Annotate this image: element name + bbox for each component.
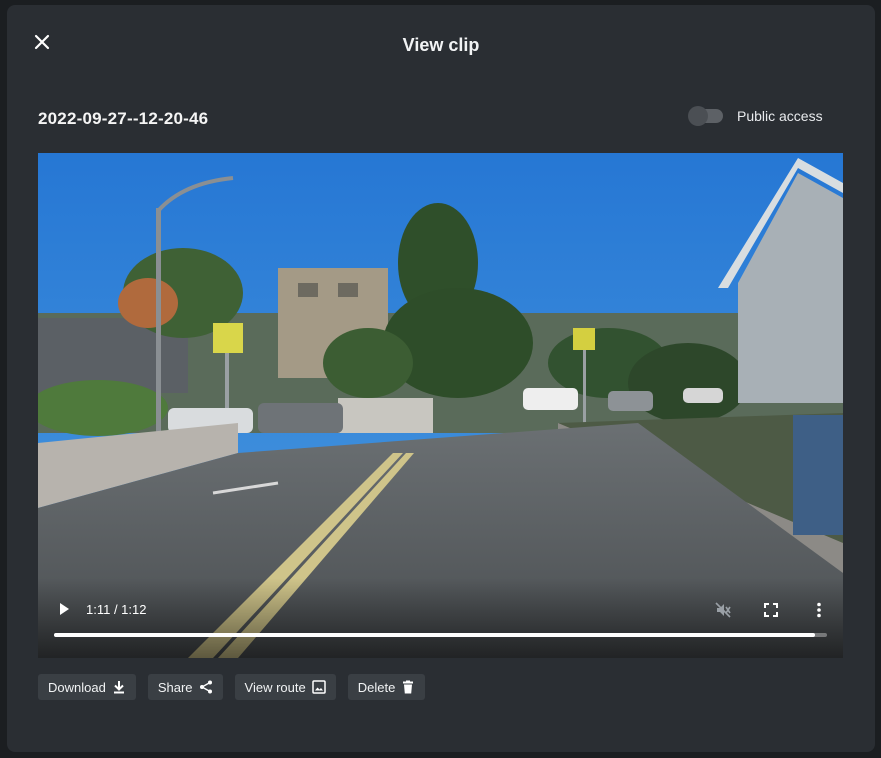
more-options-button[interactable] <box>810 601 828 619</box>
view-clip-dialog: View clip 2022-09-27--12-20-46 Public ac… <box>7 5 875 752</box>
trash-icon <box>403 680 414 694</box>
public-access-label: Public access <box>737 108 823 124</box>
time-display: 1:11 / 1:12 <box>86 602 147 617</box>
dialog-title: View clip <box>402 35 480 55</box>
fullscreen-icon <box>764 603 778 617</box>
muted-volume-icon <box>715 602 731 618</box>
clip-name: 2022-09-27--12-20-46 <box>38 109 209 128</box>
more-vertical-icon <box>817 602 821 618</box>
image-icon <box>311 680 326 694</box>
share-label: Share <box>157 679 193 695</box>
download-button[interactable]: Download <box>38 674 136 700</box>
progress-fill <box>54 633 816 637</box>
view-route-label: View route <box>244 679 306 695</box>
delete-label: Delete <box>357 679 396 695</box>
share-button[interactable]: Share <box>147 674 223 700</box>
play-button[interactable] <box>56 601 72 617</box>
clip-actions: Download Share View route Delete <box>38 674 426 700</box>
progress-bar[interactable] <box>54 633 827 637</box>
download-icon <box>113 681 124 694</box>
video-player[interactable]: 1:11 / 1:12 <box>38 153 843 658</box>
share-icon <box>199 680 212 694</box>
fullscreen-button[interactable] <box>762 601 780 619</box>
public-access-toggle[interactable] <box>688 106 723 126</box>
play-icon <box>60 603 69 615</box>
download-label: Download <box>48 679 106 695</box>
toggle-knob <box>688 106 708 126</box>
delete-button[interactable]: Delete <box>347 674 426 700</box>
view-route-button[interactable]: View route <box>234 674 336 700</box>
mute-button[interactable] <box>714 601 732 619</box>
public-access-control: Public access <box>688 106 823 126</box>
